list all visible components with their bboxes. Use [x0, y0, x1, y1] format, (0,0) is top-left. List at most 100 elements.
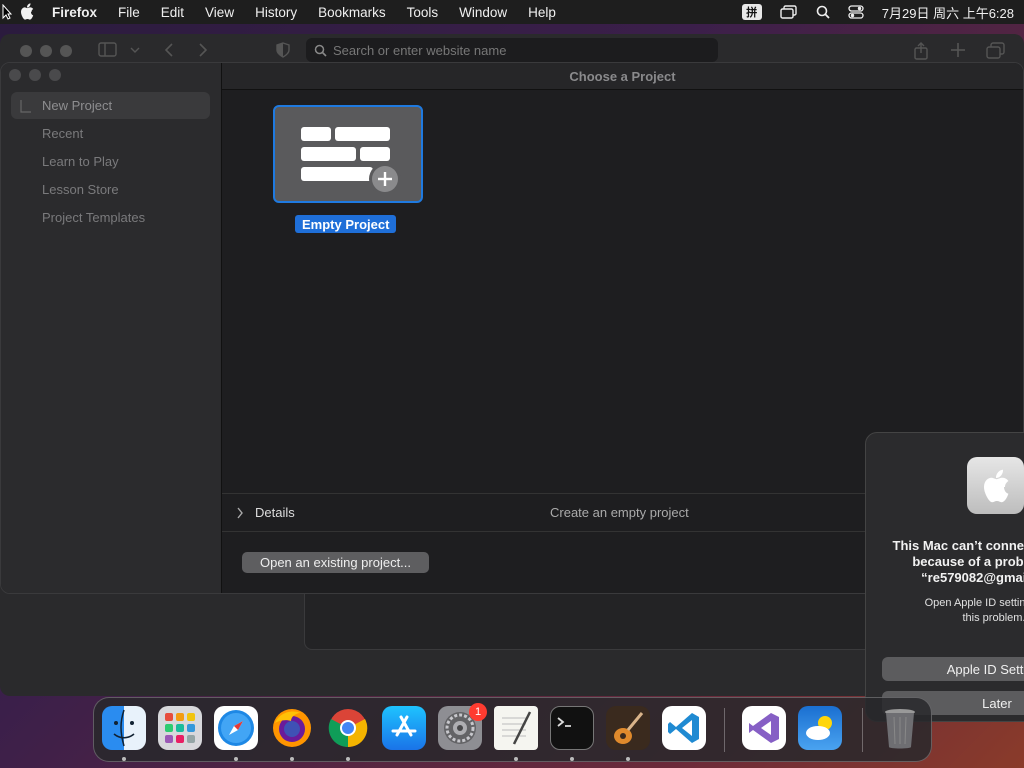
minimize-window-button[interactable]	[40, 45, 52, 57]
sidebar-item-label: Project Templates	[42, 210, 146, 225]
sidebar-item-project-templates[interactable]: Project Templates	[11, 204, 210, 231]
dock-app-store[interactable]	[382, 706, 426, 750]
visual-studio-icon	[749, 713, 779, 743]
dock-trash[interactable]	[878, 706, 922, 750]
safari-compass-icon	[218, 710, 254, 746]
menu-window[interactable]: Window	[459, 5, 507, 20]
dock-terminal[interactable]	[550, 706, 594, 750]
weather-cloud-sun-icon	[806, 716, 832, 740]
apple-menu-icon[interactable]	[20, 3, 34, 20]
sidebar-toggle-icon[interactable]	[98, 42, 118, 58]
notification-badge: 1	[469, 703, 487, 721]
new-document-icon	[20, 100, 31, 113]
dock-launchpad[interactable]	[158, 706, 202, 750]
firefox-icon	[273, 709, 311, 747]
menu-app-name[interactable]: Firefox	[52, 5, 97, 20]
alert-title: This Mac can’t connect to iCloud because…	[874, 538, 1024, 586]
empty-project-label[interactable]: Empty Project	[295, 215, 397, 233]
minimize-window-button[interactable]	[29, 69, 41, 81]
details-toggle-label[interactable]: Details	[255, 505, 295, 520]
dock-separator	[862, 708, 863, 752]
tab-overview-icon[interactable]	[986, 42, 1006, 60]
url-placeholder: Search or enter website name	[333, 42, 507, 58]
search-icon	[314, 44, 327, 57]
apple-id-settings-button[interactable]: Apple ID Settings	[882, 657, 1024, 681]
menu-help[interactable]: Help	[528, 5, 556, 20]
chevron-right-icon[interactable]	[236, 507, 244, 519]
dock-finder[interactable]	[102, 706, 146, 750]
back-arrow-icon[interactable]	[164, 42, 174, 58]
sidebar-item-label: Lesson Store	[42, 182, 119, 197]
alert-title-line: “re579082@gmail.com”	[921, 570, 1024, 585]
menu-tools[interactable]: Tools	[407, 5, 439, 20]
menu-edit[interactable]: Edit	[161, 5, 184, 20]
dock-separator	[724, 708, 725, 752]
alert-title-line: because of a problem with	[912, 554, 1024, 569]
running-indicator	[122, 757, 126, 761]
dock-safari[interactable]	[214, 706, 258, 750]
apple-logo-icon	[967, 457, 1024, 514]
dock-weather[interactable]	[798, 706, 842, 750]
empty-project-icon	[301, 127, 401, 195]
running-indicator	[570, 757, 574, 761]
alert-message: Open Apple ID settings to fix this probl…	[878, 596, 1024, 626]
screen-mirroring-icon[interactable]	[780, 5, 798, 19]
template-description: Create an empty project	[550, 505, 689, 520]
dock-chrome[interactable]	[326, 706, 370, 750]
url-bar[interactable]: Search or enter website name	[306, 38, 718, 62]
window-title: Choose a Project	[222, 63, 1023, 90]
alert-title-line: This Mac can’t connect to iCloud	[892, 538, 1024, 553]
alert-message-line: this problem.	[962, 612, 1024, 624]
guitar-icon	[614, 712, 644, 744]
menu-file[interactable]: File	[118, 5, 140, 20]
share-icon[interactable]	[912, 42, 930, 60]
close-window-button[interactable]	[20, 45, 32, 57]
menu-clock[interactable]: 7月29日 周六 上午6:28	[882, 3, 1014, 22]
sidebar-item-new-project[interactable]: New Project	[11, 92, 210, 119]
dock-firefox[interactable]	[270, 706, 314, 750]
dock: 1	[93, 697, 932, 762]
mouse-cursor-icon	[2, 4, 12, 20]
trash-icon	[885, 709, 915, 749]
dock-textedit[interactable]	[494, 706, 538, 750]
app-store-icon	[391, 715, 417, 737]
sidebar-item-lesson-store[interactable]: Lesson Store	[11, 176, 210, 203]
running-indicator	[290, 757, 294, 761]
dock-garageband[interactable]	[606, 706, 650, 750]
menu-view[interactable]: View	[205, 5, 234, 20]
icloud-alert-dialog: This Mac can’t connect to iCloud because…	[865, 432, 1024, 722]
running-indicator	[514, 757, 518, 761]
sidebar-item-learn-to-play[interactable]: Learn to Play	[11, 148, 210, 175]
running-indicator	[346, 757, 350, 761]
project-sidebar: New Project Recent Learn to Play Lesson …	[1, 63, 222, 593]
running-indicator	[626, 757, 630, 761]
sidebar-item-label: Recent	[42, 126, 84, 141]
close-window-button[interactable]	[9, 69, 21, 81]
spotlight-search-icon[interactable]	[816, 5, 830, 19]
control-center-icon[interactable]	[848, 5, 864, 19]
forward-arrow-icon[interactable]	[198, 42, 208, 58]
alert-message-line: Open Apple ID settings to fix	[924, 597, 1024, 609]
finder-icon	[113, 709, 135, 747]
vscode-icon	[668, 713, 699, 743]
zoom-window-button[interactable]	[60, 45, 72, 57]
shield-icon[interactable]	[276, 42, 290, 58]
open-existing-project-button[interactable]: Open an existing project...	[242, 552, 429, 573]
new-tab-plus-icon[interactable]	[950, 42, 966, 58]
dock-vscode[interactable]	[662, 706, 706, 750]
sidebar-item-label: New Project	[42, 98, 113, 113]
zoom-window-button[interactable]	[49, 69, 61, 81]
menu-history[interactable]: History	[255, 5, 297, 20]
chevron-down-icon[interactable]	[130, 46, 140, 54]
textedit-pen-icon	[502, 711, 532, 745]
empty-project-template-card[interactable]	[273, 105, 423, 203]
chrome-icon	[328, 709, 368, 748]
menu-bar: Firefox File Edit View History Bookmarks…	[0, 0, 1024, 24]
sidebar-item-recent[interactable]: Recent	[11, 120, 210, 147]
running-indicator	[234, 757, 238, 761]
terminal-prompt-icon	[557, 717, 571, 727]
input-method-badge[interactable]: 拼	[741, 4, 762, 20]
launchpad-grid-icon	[165, 713, 195, 743]
dock-visual-studio[interactable]	[742, 706, 786, 750]
menu-bookmarks[interactable]: Bookmarks	[318, 5, 386, 20]
